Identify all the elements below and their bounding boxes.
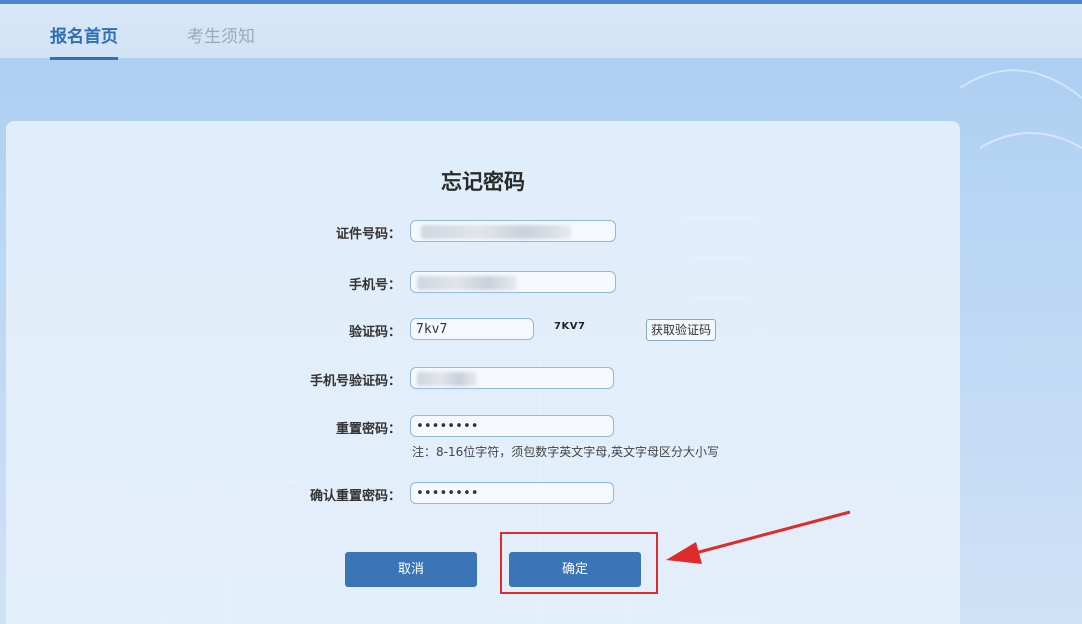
get-code-button[interactable]: 获取验证码 — [646, 319, 717, 341]
cancel-button[interactable]: 取消 — [345, 552, 477, 587]
sms-code-input[interactable] — [410, 367, 614, 389]
phone-input[interactable] — [410, 271, 616, 293]
new-password-label: 重置密码： — [335, 422, 401, 437]
captcha-input[interactable]: 7kv7 — [410, 318, 534, 340]
redacted-value — [417, 276, 517, 290]
password-hint: 注：8-16位字符，须包数字英文字母,英文字母区分大小写 — [412, 445, 720, 459]
id-number-input[interactable] — [410, 220, 616, 242]
confirm-password-input[interactable]: •••••••• — [410, 482, 614, 504]
captcha-label: 验证码： — [348, 325, 401, 340]
captcha-image[interactable]: 7KV7 — [554, 321, 585, 332]
page-title: 忘记密码 — [441, 170, 525, 194]
id-number-label: 证件号码： — [335, 227, 401, 242]
annotation-highlight-box — [500, 532, 658, 594]
redacted-value — [417, 372, 477, 386]
captcha-row: 验证码： 7kv7 7KV7 获取验证码 — [6, 318, 960, 342]
redacted-value — [421, 225, 571, 239]
annotation-arrow-icon — [666, 510, 851, 564]
top-navigation: 报名首页 考生须知 — [0, 0, 1082, 60]
tab-registration-home[interactable]: 报名首页 — [50, 22, 118, 60]
new-password-input[interactable]: •••••••• — [410, 415, 614, 437]
confirm-password-label: 确认重置密码： — [309, 489, 401, 504]
sms-code-label: 手机号验证码： — [309, 374, 401, 389]
tab-candidate-notice[interactable]: 考生须知 — [187, 22, 255, 47]
phone-label: 手机号： — [348, 278, 401, 293]
